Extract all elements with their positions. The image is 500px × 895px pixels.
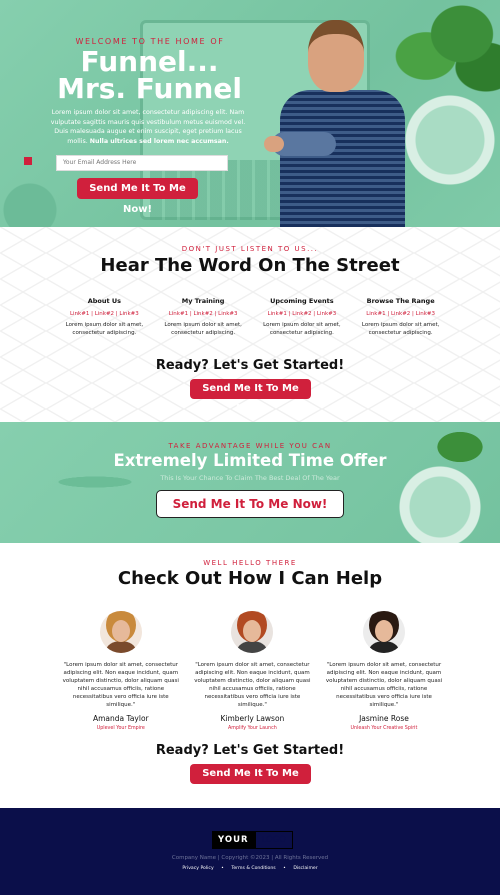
- footer-separator: •: [283, 866, 286, 871]
- feature-title: Upcoming Events: [270, 297, 334, 305]
- presenter-photo: [264, 20, 410, 227]
- offer-title: Extremely Limited Time Offer: [113, 451, 387, 470]
- help-ready-heading: Ready? Let's Get Started!: [155, 743, 345, 758]
- avatar: [362, 611, 405, 653]
- feature-title: About Us: [87, 297, 122, 305]
- footer-logo[interactable]: YOUR LOGO: [212, 831, 293, 849]
- feature-text: Lorem ipsum dolor sit amet, consectetur …: [65, 322, 144, 336]
- help-kicker: WELL HELLO THERE: [203, 559, 297, 567]
- testimonial-name: Kimberly Lawson: [220, 714, 285, 723]
- testimonial-quote: "Lorem ipsum dolor sit amet, consectetur…: [194, 662, 311, 708]
- feature-column: My Training Link#1 | Link#2 | Link#3 Lor…: [154, 297, 253, 337]
- feature-text: Lorem ipsum dolor sit amet, consectetur …: [164, 322, 242, 336]
- logo-text-logo: LOGO: [254, 831, 293, 849]
- testimonial-role: Uplevel Your Empire: [96, 726, 145, 731]
- feature-title: Browse The Range: [366, 297, 435, 305]
- testimonial-quote: "Lorem ipsum dolor sit amet, consectetur…: [325, 662, 443, 708]
- hero-desc-bold: Nulla ultrices sed lorem nec accumsan.: [89, 137, 229, 145]
- offer-section: TAKE ADVANTAGE WHILE YOU CAN Extremely L…: [0, 422, 500, 543]
- side-tab-marker: [24, 157, 32, 165]
- testimonial-card: "Lorem ipsum dolor sit amet, consectetur…: [55, 611, 187, 731]
- street-kicker: DON'T JUST LISTEN TO US...: [181, 245, 319, 253]
- testimonial-name: Amanda Taylor: [92, 714, 149, 723]
- feature-text: Lorem ipsum dolor sit amet, consectetur …: [361, 322, 440, 336]
- street-ready-heading: Ready? Let's Get Started!: [155, 358, 345, 373]
- footer: YOUR LOGO Company Name | Copyright ©2023…: [0, 808, 500, 895]
- testimonial-role: Amplify Your Launch: [228, 726, 277, 731]
- avatar: [99, 611, 142, 653]
- offer-kicker: TAKE ADVANTAGE WHILE YOU CAN: [168, 442, 332, 450]
- testimonial-columns: "Lorem ipsum dolor sit amet, consectetur…: [55, 611, 450, 731]
- feature-columns: About Us Link#1 | Link#2 | Link#3 Lorem …: [55, 297, 450, 337]
- offer-subtitle: This Is Your Chance To Claim The Best De…: [160, 474, 340, 482]
- feature-links[interactable]: Link#1 | Link#2 | Link#3: [253, 311, 352, 317]
- testimonial-card: "Lorem ipsum dolor sit amet, consectetur…: [318, 611, 450, 731]
- footer-links: Privacy Policy • Terms & Conditions • Di…: [0, 866, 500, 871]
- logo-text-your: YOUR: [212, 831, 255, 849]
- testimonial-card: "Lorem ipsum dolor sit amet, consectetur…: [187, 611, 319, 731]
- hero-title: Funnel... Mrs. Funnel: [42, 45, 257, 105]
- feature-column: Browse The Range Link#1 | Link#2 | Link#…: [351, 297, 450, 337]
- hero-section: WELCOME TO THE HOME OF Funnel... Mrs. Fu…: [0, 0, 500, 227]
- hero-title-line2: Mrs. Funnel: [57, 72, 242, 105]
- help-heading: Check Out How I Can Help: [117, 568, 383, 589]
- street-cta-button[interactable]: Send Me It To Me Now!: [190, 379, 311, 414]
- hero-cta-button[interactable]: Send Me It To Me Now!: [77, 178, 198, 215]
- terms-link[interactable]: Terms & Conditions: [231, 866, 275, 871]
- street-heading: Hear The Word On The Street: [100, 255, 400, 276]
- testimonial-role: Unleash Your Creative Spirit: [350, 726, 418, 731]
- street-section: DON'T JUST LISTEN TO US... Hear The Word…: [0, 227, 500, 422]
- avatar: [231, 611, 274, 653]
- testimonial-name: Jasmine Rose: [359, 714, 409, 723]
- offer-cta-button[interactable]: Send Me It To Me Now!: [156, 490, 344, 518]
- help-section: WELL HELLO THERE Check Out How I Can Hel…: [0, 543, 500, 808]
- feature-links[interactable]: Link#1 | Link#2 | Link#3: [55, 311, 154, 317]
- feature-column: About Us Link#1 | Link#2 | Link#3 Lorem …: [55, 297, 154, 337]
- privacy-policy-link[interactable]: Privacy Policy: [182, 866, 213, 871]
- feature-column: Upcoming Events Link#1 | Link#2 | Link#3…: [253, 297, 352, 337]
- hero-title-line1: Funnel...: [80, 45, 219, 78]
- footer-separator: •: [221, 866, 224, 871]
- hero-description: Lorem ipsum dolor sit amet, consectetur …: [48, 108, 248, 146]
- feature-title: My Training: [181, 297, 225, 305]
- feature-links[interactable]: Link#1 | Link#2 | Link#3: [154, 311, 253, 317]
- disclaimer-link[interactable]: Disclaimer: [293, 866, 317, 871]
- email-field[interactable]: Your Email Address Here: [56, 155, 228, 171]
- feature-links[interactable]: Link#1 | Link#2 | Link#3: [351, 311, 450, 317]
- testimonial-quote: "Lorem ipsum dolor sit amet, consectetur…: [62, 662, 179, 708]
- help-cta-button[interactable]: Send Me It To Me Now!: [190, 764, 311, 799]
- feature-text: Lorem ipsum dolor sit amet, consectetur …: [263, 322, 341, 336]
- footer-copyright: Company Name | Copyright ©2023 | All Rig…: [171, 855, 329, 861]
